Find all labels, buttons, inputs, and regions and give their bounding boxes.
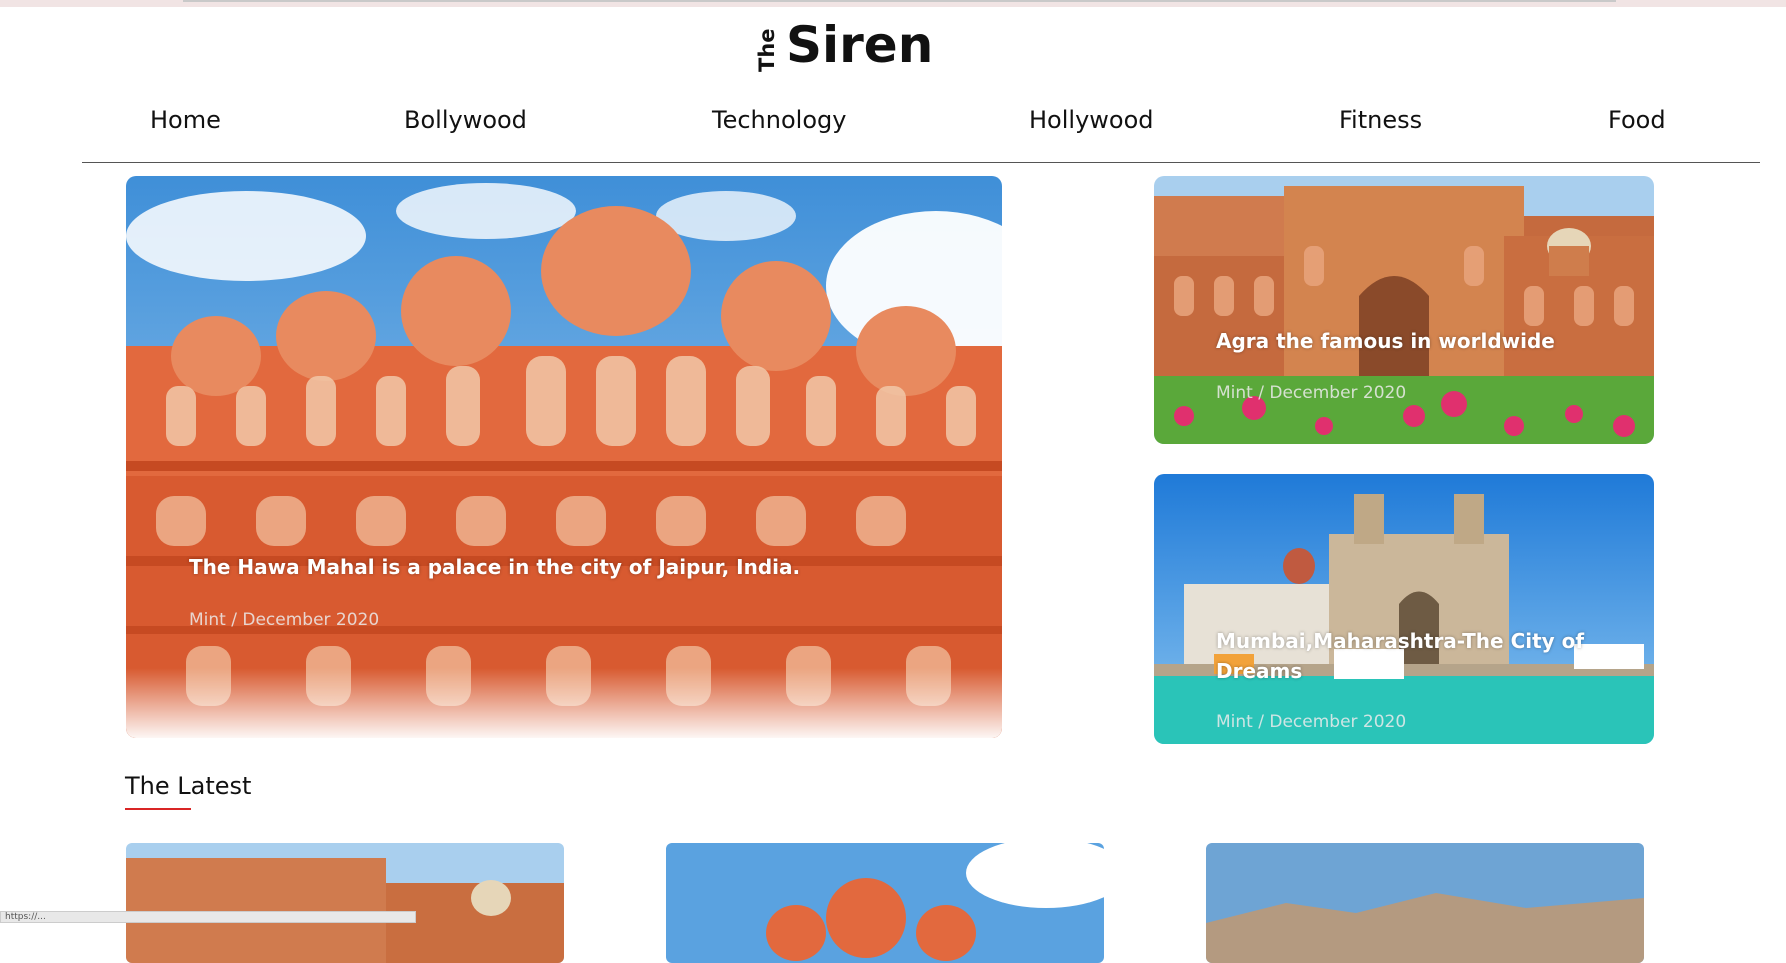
nav-item-hollywood[interactable]: Hollywood	[1029, 106, 1154, 134]
side-card-1-meta: Mint / December 2020	[1216, 383, 1407, 403]
latest-card-2[interactable]	[666, 843, 1104, 963]
nav-item-food[interactable]: Food	[1608, 106, 1666, 134]
nav-item-bollywood[interactable]: Bollywood	[404, 106, 527, 134]
main-nav: Home Bollywood Technology Hollywood Fitn…	[82, 106, 1760, 162]
featured-main-card[interactable]: The Hawa Mahal is a palace in the city o…	[126, 176, 1002, 738]
hawa-mahal-image	[126, 176, 1002, 738]
latest-card-2-image	[666, 843, 1104, 963]
side-card-1-title[interactable]: Agra the famous in worldwide	[1216, 326, 1636, 356]
latest-card-3-image	[1206, 843, 1644, 963]
scrollbar-track[interactable]	[183, 0, 1616, 2]
latest-card-1-image	[126, 843, 564, 963]
image-fade	[126, 668, 1002, 738]
site-logo[interactable]: The Siren	[755, 14, 933, 84]
featured-side-card-mumbai[interactable]: Mumbai,Maharashtra-The City of Dreams Mi…	[1154, 474, 1654, 744]
browser-status-url: https://...	[0, 911, 416, 923]
nav-item-home[interactable]: Home	[150, 106, 221, 134]
featured-side-card-agra[interactable]: Agra the famous in worldwide Mint / Dece…	[1154, 176, 1654, 444]
featured-main-title[interactable]: The Hawa Mahal is a palace in the city o…	[189, 552, 969, 582]
logo-the: The	[755, 28, 779, 72]
browser-top-strip	[0, 0, 1786, 7]
gateway-of-india-image	[1154, 474, 1654, 744]
side-card-2-meta: Mint / December 2020	[1216, 712, 1407, 732]
section-heading-underline	[125, 808, 191, 810]
latest-card-3[interactable]	[1206, 843, 1644, 963]
side-card-2-title[interactable]: Mumbai,Maharashtra-The City of Dreams	[1216, 626, 1616, 686]
nav-item-technology[interactable]: Technology	[712, 106, 846, 134]
logo-name: Siren	[786, 16, 934, 74]
featured-main-meta: Mint / December 2020	[189, 610, 380, 630]
nav-divider	[82, 162, 1760, 163]
agra-fort-image	[1154, 176, 1654, 444]
section-heading-latest: The Latest	[125, 772, 252, 800]
latest-card-1[interactable]	[126, 843, 564, 963]
nav-item-fitness[interactable]: Fitness	[1339, 106, 1422, 134]
